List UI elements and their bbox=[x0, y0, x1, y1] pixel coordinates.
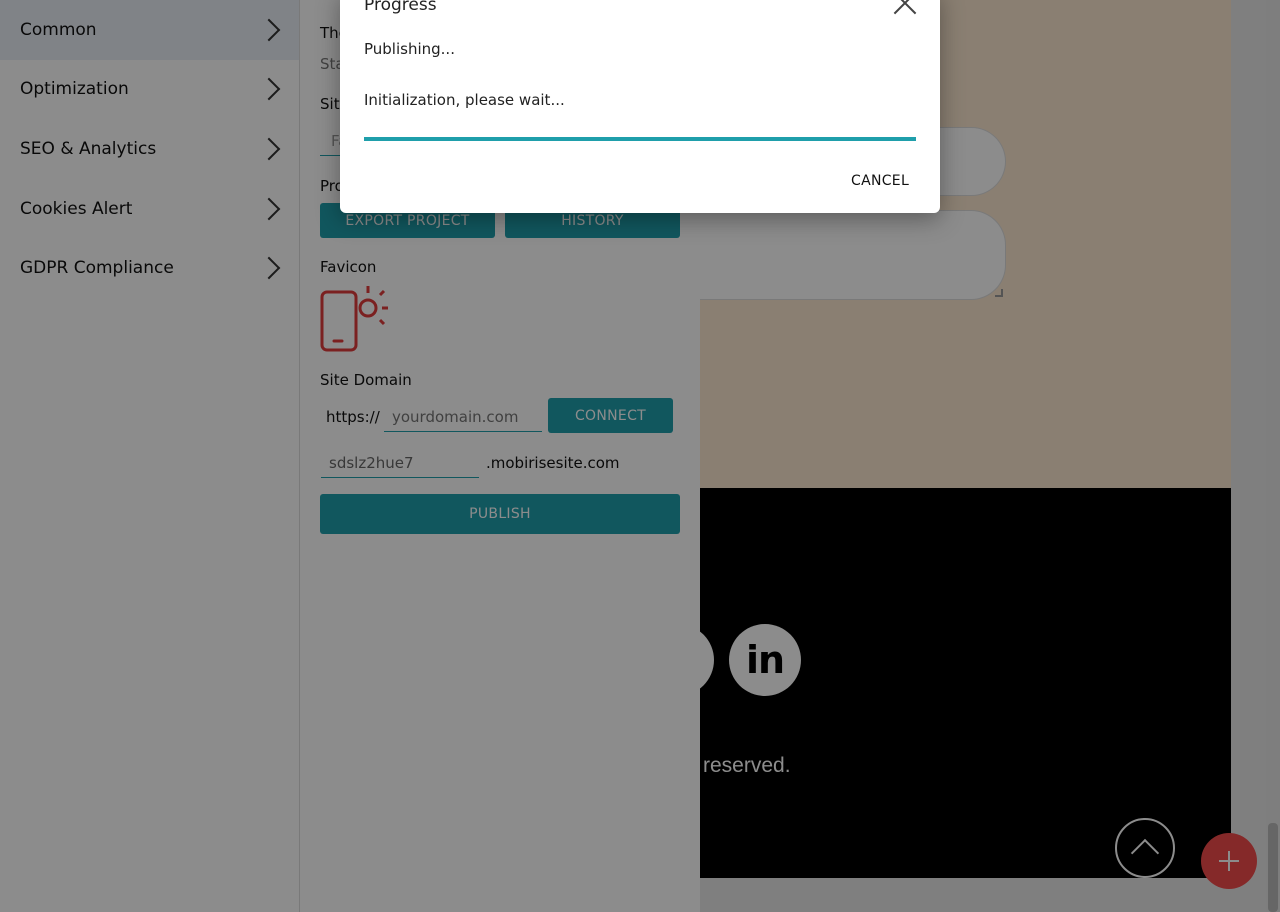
progress-bar bbox=[364, 137, 916, 141]
progress-dialog: Progress Publishing... Initialization, p… bbox=[340, 0, 940, 213]
dialog-title: Progress bbox=[364, 0, 437, 15]
progress-detail: Initialization, please wait... bbox=[364, 91, 565, 109]
progress-bar-fill bbox=[364, 137, 916, 141]
progress-status: Publishing... bbox=[364, 40, 455, 58]
cancel-button[interactable]: CANCEL bbox=[840, 165, 920, 197]
close-icon[interactable] bbox=[894, 0, 916, 14]
